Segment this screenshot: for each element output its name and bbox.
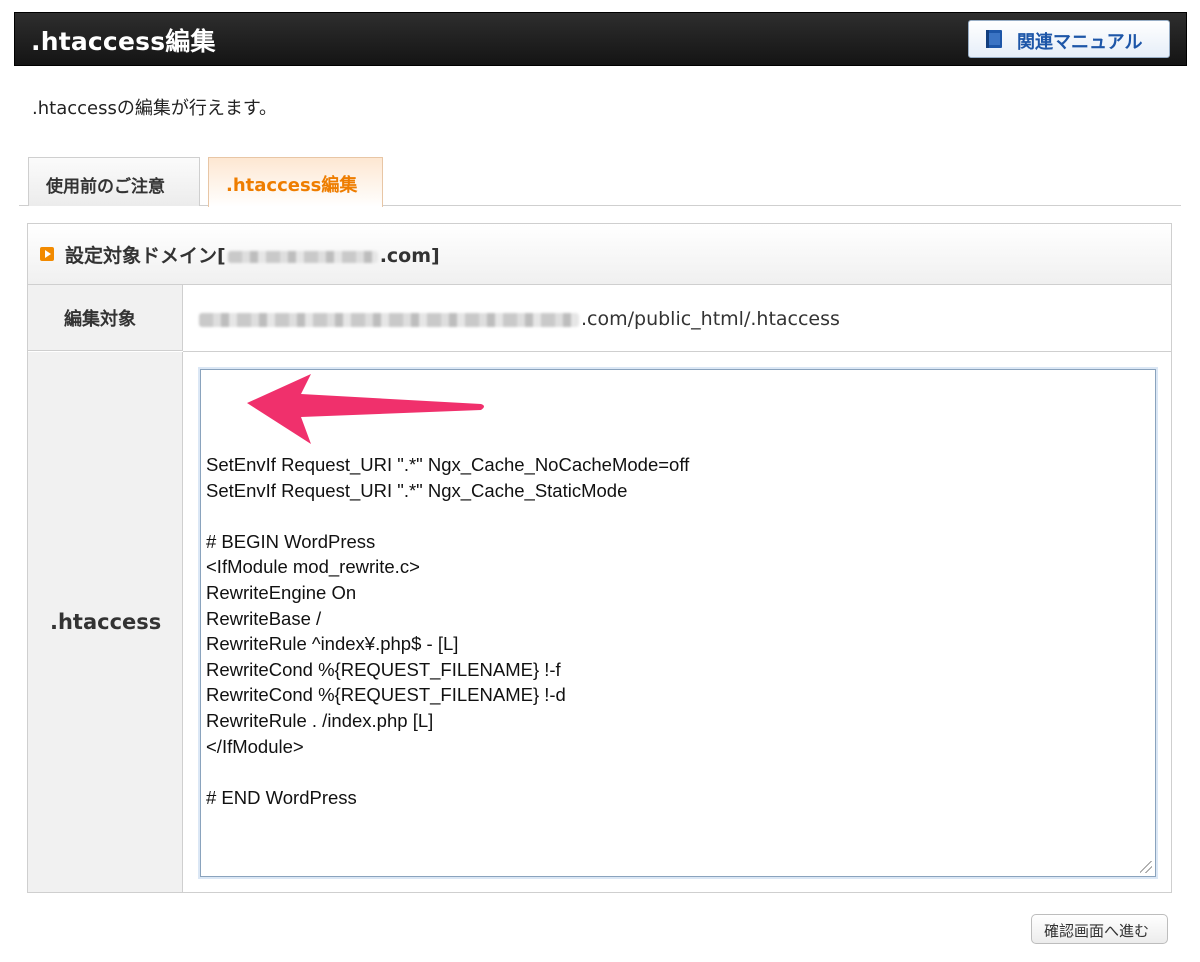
confirm-screen-button[interactable]: 確認画面へ進む <box>1031 914 1168 944</box>
book-icon <box>986 30 1002 48</box>
htaccess-label-cell: .htaccess <box>28 352 183 892</box>
edit-target-label: 編集対象 <box>64 309 136 330</box>
redacted-path <box>199 312 579 327</box>
related-manual-label: 関連マニュアル <box>1017 32 1143 53</box>
htaccess-label: .htaccess <box>50 610 162 634</box>
page-header: .htaccess編集 関連マニュアル <box>14 12 1187 66</box>
tab-precautions[interactable]: 使用前のご注意 <box>28 157 200 206</box>
page-title: .htaccess編集 <box>31 27 216 56</box>
settings-panel: 設定対象ドメイン[ .com] 編集対象 .com/public_html/.ht… <box>27 223 1172 893</box>
related-manual-button[interactable]: 関連マニュアル <box>968 20 1170 58</box>
panel-heading: 設定対象ドメイン[ .com] <box>28 224 1171 285</box>
resize-handle[interactable] <box>1140 861 1152 873</box>
intro-text: .htaccessの編集が行えます。 <box>32 98 278 119</box>
tab-precautions-label: 使用前のご注意 <box>46 177 165 197</box>
confirm-screen-label: 確認画面へ進む <box>1044 922 1150 940</box>
edit-target-label-cell: 編集対象 <box>28 285 183 351</box>
tab-htaccess-edit[interactable]: .htaccess編集 <box>208 157 383 207</box>
target-domain-prefix: 設定対象ドメイン[ <box>65 245 226 267</box>
tab-htaccess-edit-label: .htaccess編集 <box>226 175 358 196</box>
arrow-annotation-icon <box>247 374 484 444</box>
edit-target-path: .com/public_html/.htaccess <box>199 308 840 330</box>
row-divider <box>183 351 1172 352</box>
redacted-domain <box>227 250 378 263</box>
target-domain-heading: 設定対象ドメイン[ .com] <box>65 241 440 268</box>
target-domain-suffix: .com] <box>379 245 440 267</box>
play-bullet-icon <box>40 247 54 261</box>
edit-target-path-suffix: .com/public_html/.htaccess <box>581 308 840 330</box>
htaccess-content[interactable]: SetEnvIf Request_URI ".*" Ngx_Cache_NoCa… <box>206 452 689 810</box>
